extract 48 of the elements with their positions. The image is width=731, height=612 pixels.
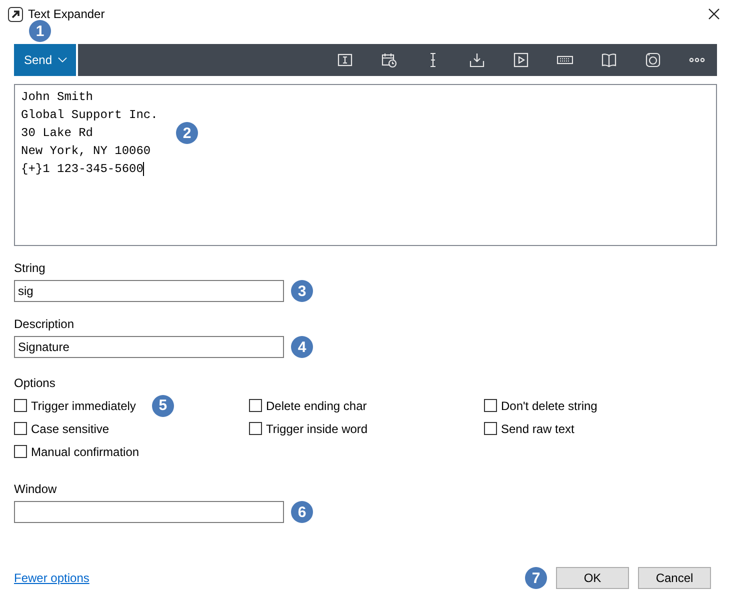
text-input[interactable]: Signature — [14, 336, 284, 358]
play-icon[interactable] — [513, 52, 529, 68]
text-cursor — [143, 162, 144, 176]
checkbox[interactable] — [14, 445, 27, 458]
checkbox-label[interactable]: Trigger immediately — [31, 398, 136, 412]
text-line: John Smith — [21, 89, 94, 106]
caret-icon — [58, 57, 67, 63]
callout-badge: 6 — [291, 501, 313, 523]
field-label: Window — [14, 481, 58, 497]
window-title: Text Expander — [28, 7, 105, 21]
book-icon[interactable] — [601, 52, 617, 68]
app-icon — [8, 6, 23, 22]
text-cursor-box-icon[interactable] — [337, 52, 353, 68]
checkbox[interactable] — [249, 399, 262, 412]
dialog-button[interactable]: Cancel — [638, 567, 711, 589]
checkbox-label[interactable]: Manual confirmation — [31, 444, 140, 458]
download-tray-icon[interactable] — [469, 52, 485, 68]
field-label: String — [14, 260, 46, 276]
checkbox[interactable] — [249, 422, 262, 435]
checkbox-label[interactable]: Don't delete string — [501, 398, 598, 412]
callout-badge: 4 — [291, 336, 313, 358]
section-label: Options — [14, 375, 56, 391]
field-label: Description — [14, 316, 76, 332]
callout-badge: 1 — [29, 20, 51, 42]
checkbox[interactable] — [14, 422, 27, 435]
callout-badge: 5 — [152, 394, 174, 416]
close-icon[interactable] — [708, 8, 720, 20]
dialog-button[interactable]: OK — [556, 567, 629, 589]
text-input[interactable] — [14, 501, 284, 523]
text-line: Global Support Inc. — [21, 107, 158, 124]
callout-badge: 2 — [176, 122, 198, 144]
fewer-options-link[interactable]: Fewer options — [14, 571, 90, 585]
send-dropdown-button[interactable]: Send — [14, 44, 78, 76]
text-line: New York, NY 10060 — [21, 143, 151, 160]
checkbox-label[interactable]: Case sensitive — [31, 422, 110, 436]
checkbox-label[interactable]: Trigger inside word — [266, 422, 368, 436]
text-line: {+}1 123-345-5600 — [21, 161, 144, 178]
checkbox-label[interactable]: Send raw text — [501, 422, 574, 436]
text-input[interactable]: sig — [14, 280, 284, 302]
checkbox-label[interactable]: Delete ending char — [266, 398, 367, 412]
callout-badge: 7 — [525, 567, 547, 589]
checkbox[interactable] — [14, 399, 27, 412]
calendar-clock-icon[interactable] — [381, 52, 397, 68]
text-line: 30 Lake Rd — [21, 125, 94, 142]
checkbox[interactable] — [484, 422, 497, 435]
checkbox[interactable] — [484, 399, 497, 412]
callout-badge: 3 — [291, 280, 313, 302]
camera-icon[interactable] — [645, 52, 661, 68]
